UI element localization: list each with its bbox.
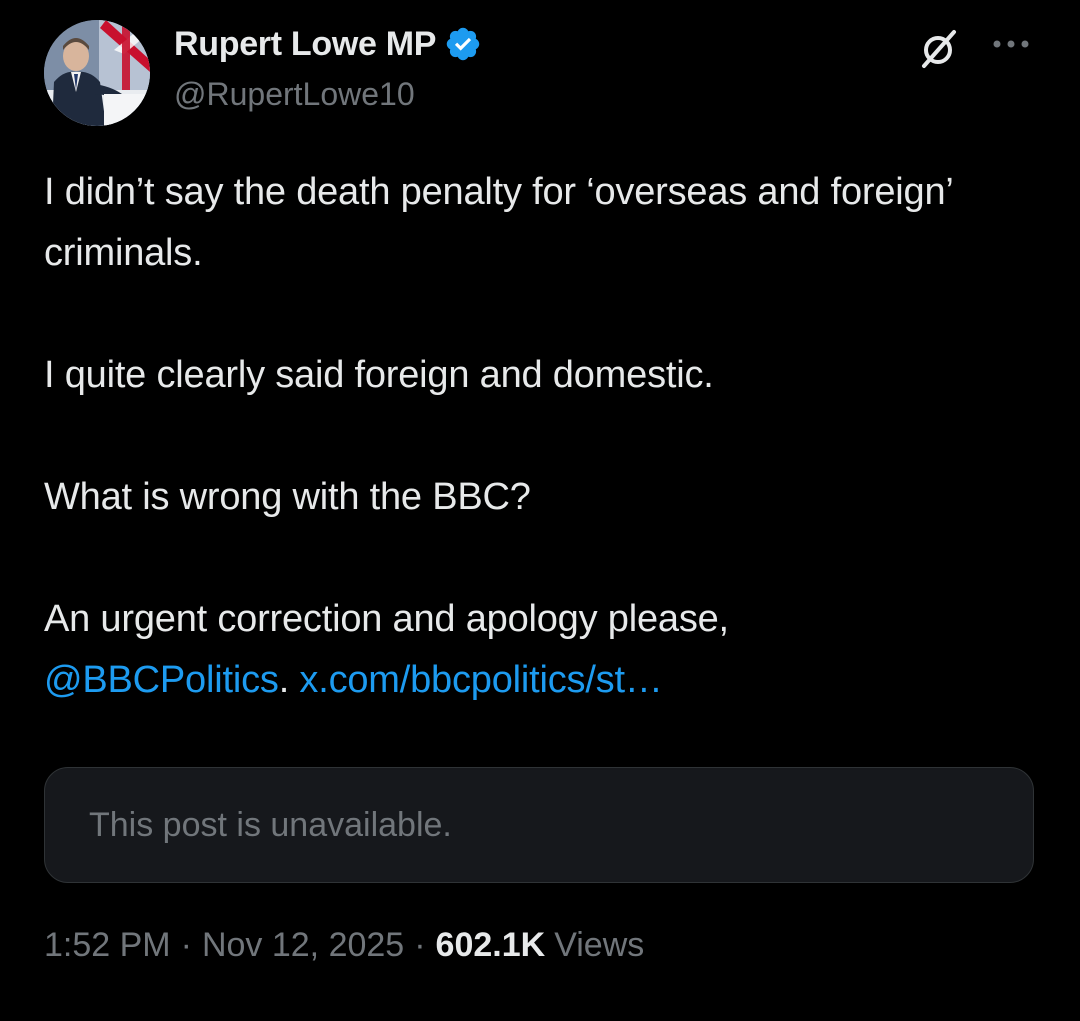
display-name[interactable]: Rupert Lowe MP (174, 25, 436, 64)
post-paragraph-links: @BBCPolitics. x.com/bbcpolitics/st… (44, 650, 1044, 711)
quoted-post-card[interactable]: This post is unavailable. (44, 767, 1034, 883)
mention-punctuation: . (278, 659, 290, 701)
post-date[interactable]: Nov 12, 2025 (202, 926, 404, 965)
post-paragraph: What is wrong with the BBC? (44, 476, 531, 518)
avatar[interactable] (44, 20, 150, 126)
more-options-button[interactable] (984, 22, 1038, 66)
unavailable-message: This post is unavailable. (89, 805, 452, 844)
avatar-photo (44, 20, 150, 126)
post-time[interactable]: 1:52 PM (44, 926, 171, 965)
meta-separator: · (414, 926, 426, 964)
post-paragraph: I quite clearly said foreign and domesti… (44, 354, 714, 396)
tweet: Rupert Lowe MP @RupertLowe10 I didn’t sa… (0, 0, 1080, 1021)
post-paragraph: An urgent correction and apology please, (44, 598, 729, 640)
verified-badge-icon[interactable] (444, 25, 482, 63)
more-options-icon (993, 40, 1029, 48)
post-paragraph: I didn’t say the death penalty for ‘over… (44, 171, 953, 274)
mention-link[interactable]: @BBCPolitics (44, 659, 279, 701)
views-label: Views (554, 926, 645, 964)
post-meta: 1:52 PM · Nov 12, 2025 · 602.1K Views (44, 926, 644, 965)
views-count[interactable]: 602.1K (436, 926, 546, 965)
grok-icon (922, 30, 956, 68)
url-link[interactable]: x.com/bbcpolitics/st… (299, 659, 662, 701)
meta-separator: · (180, 926, 192, 964)
author-row: Rupert Lowe MP (174, 22, 482, 66)
author-handle[interactable]: @RupertLowe10 (174, 76, 415, 113)
post-text: I didn’t say the death penalty for ‘over… (44, 162, 1044, 711)
grok-button[interactable] (912, 22, 966, 76)
